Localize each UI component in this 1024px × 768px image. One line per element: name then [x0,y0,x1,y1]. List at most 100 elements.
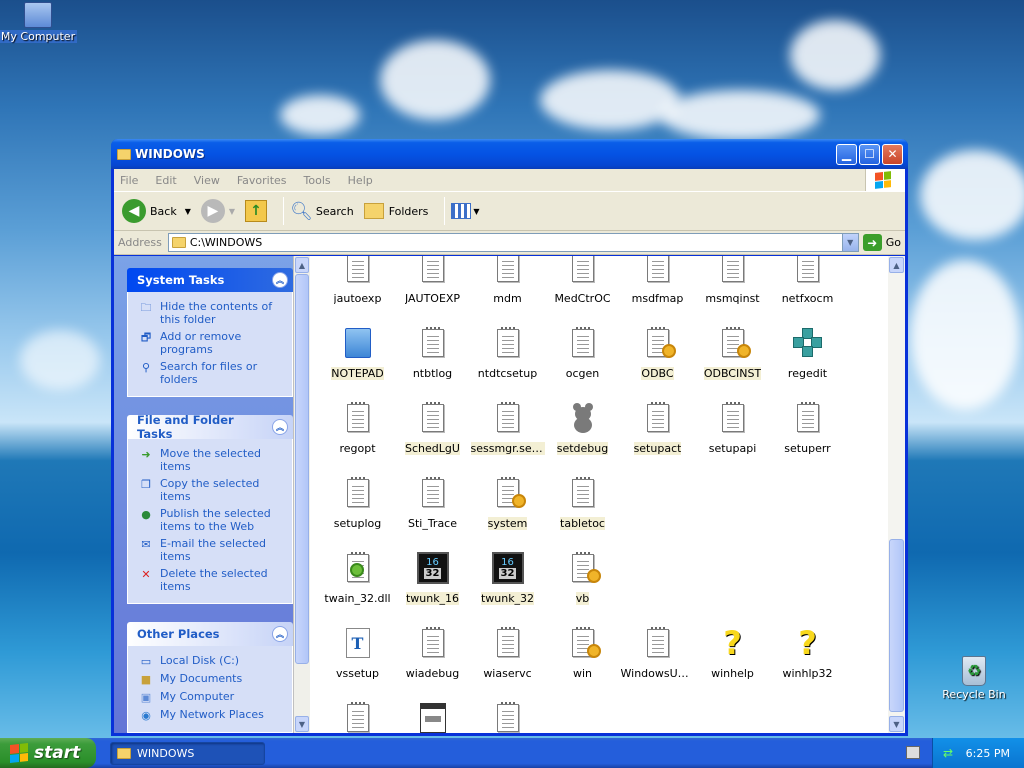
start-button[interactable]: start [0,738,96,768]
desktop-icon-my-computer[interactable]: My Computer [0,2,78,43]
file-item[interactable]: 16 32 twunk_16 [395,546,470,621]
file-item[interactable]: system [470,471,545,546]
place-local-disk[interactable]: ▭ Local Disk (C:) [138,654,286,668]
collapse-icon[interactable]: ︽ [272,419,288,435]
task-email[interactable]: ✉ E-mail the selected items [138,537,286,563]
file-item[interactable]: regopt [320,396,395,471]
scroll-down-button[interactable]: ▼ [889,716,904,732]
file-item[interactable]: netfxocm [770,256,845,321]
task-publish[interactable]: ● Publish the selected items to the Web [138,507,286,533]
panel-header[interactable]: Other Places ︽ [127,622,293,646]
menu-file[interactable]: File [120,174,138,187]
file-item[interactable]: ? winhlp32 [770,621,845,696]
forward-button[interactable]: ▶ ▼ [200,199,235,223]
folders-button[interactable]: Folders [363,203,428,219]
file-item[interactable]: vb [545,546,620,621]
file-item[interactable]: JAUTOEXP [395,256,470,321]
up-folder-button[interactable]: ↑ [245,200,268,222]
menu-favorites[interactable]: Favorites [237,174,287,187]
file-item[interactable]: ntbtlog [395,321,470,396]
close-button[interactable]: ✕ [882,143,903,165]
desktop-icon-recycle-bin[interactable]: ♻ Recycle Bin [934,656,1014,701]
file-item[interactable]: Sti_Trace [395,471,470,546]
maximize-button[interactable]: ☐ [859,143,880,165]
place-my-computer[interactable]: ▣ My Computer [138,690,286,704]
clock[interactable]: 6:25 PM [966,747,1010,760]
collapse-icon[interactable]: ︽ [272,272,288,288]
task-search-files[interactable]: ⚲ Search for files or folders [138,360,286,386]
address-dropdown-button[interactable]: ▼ [841,234,858,251]
menu-tools[interactable]: Tools [304,174,331,187]
doc-icon [346,477,369,509]
file-item[interactable]: win [545,621,620,696]
file-item[interactable]: setdebug [545,396,620,471]
file-item[interactable]: msmqinst [695,256,770,321]
file-item[interactable]: ocgen [545,321,620,396]
folder-icon [117,747,131,759]
go-button[interactable]: ➜ Go [862,234,901,251]
views-button[interactable]: ▼ [451,203,480,219]
file-item[interactable]: SchedLgU [395,396,470,471]
file-item[interactable]: msdfmap [620,256,695,321]
file-item[interactable]: wmsetup [320,696,395,733]
file-item[interactable]: Tvssetup [320,621,395,696]
file-item[interactable]: wiaservc [470,621,545,696]
minimize-button[interactable]: ▁ [836,143,857,165]
file-item[interactable]: 16 32 twunk_32 [470,546,545,621]
task-hide-contents[interactable]: 🗀 Hide the contents of this folder [138,300,286,326]
file-item[interactable]: setuperr [770,396,845,471]
scroll-thumb[interactable] [295,274,309,664]
task-copy[interactable]: ❐ Copy the selected items [138,477,286,503]
file-item[interactable]: NOTEPAD [320,321,395,396]
task-add-remove-programs[interactable]: 🗗 Add or remove programs [138,330,286,356]
network-icon[interactable]: ⇄ [943,746,953,760]
title-bar[interactable]: WINDOWS ▁ ☐ ✕ [111,139,908,169]
scroll-down-button[interactable]: ▼ [295,716,309,732]
file-item[interactable]: MedCtrOC [545,256,620,321]
chevron-down-icon: ▼ [473,206,480,216]
scroll-thumb[interactable] [889,539,904,712]
file-item[interactable]: mdm [470,256,545,321]
file-item[interactable]: setupapi [695,396,770,471]
file-item[interactable]: setupact [620,396,695,471]
file-item[interactable]: jautoexp [320,256,395,321]
explorer-window: WINDOWS ▁ ☐ ✕ File Edit View Favorites T… [111,139,908,736]
place-my-network-places[interactable]: ◉ My Network Places [138,708,286,722]
back-button[interactable]: ◀ Back ▼ [122,199,191,223]
file-item[interactable]: ntdtcsetup [470,321,545,396]
search-button[interactable]: 🔍︎ Search [290,201,354,222]
folders-icon [363,203,384,219]
file-item[interactable]: twain_32.dll [320,546,395,621]
taskbar-item-windows[interactable]: WINDOWS [110,741,265,765]
menu-view[interactable]: View [194,174,220,187]
file-item[interactable]: setuplog [320,471,395,546]
address-input[interactable]: C:\WINDOWS ▼ [167,233,859,252]
panel-header[interactable]: File and Folder Tasks ︽ [127,413,293,441]
menu-edit[interactable]: Edit [155,174,176,187]
scroll-up-button[interactable]: ▲ [889,257,904,273]
panel-header[interactable]: System Tasks ︽ [127,268,293,292]
task-delete[interactable]: ✕ Delete the selected items [138,567,286,593]
prx-icon [419,702,446,733]
file-item[interactable]: ODBCINST [695,321,770,396]
task-label: E-mail the selected items [160,537,266,563]
keyboard-icon[interactable] [906,746,920,759]
collapse-icon[interactable]: ︽ [272,626,288,642]
task-move[interactable]: ➜ Move the selected items [138,447,286,473]
file-item[interactable]: WMSysPr9.prx [395,696,470,733]
menu-help[interactable]: Help [348,174,373,187]
file-item[interactable]: WindowsUp... [620,621,695,696]
file-item[interactable]: sessmgr.setup [470,396,545,471]
scroll-up-button[interactable]: ▲ [295,257,309,273]
file-item[interactable]: wiadebug [395,621,470,696]
file-list-scrollbar[interactable]: ▲ ▼ [888,256,905,733]
doc-icon [796,402,819,434]
task-pane-scrollbar[interactable]: ▲ ▼ [293,256,310,733]
file-item[interactable]: regedit [770,321,845,396]
settings-doc-icon [496,477,526,509]
place-my-documents[interactable]: ■ My Documents [138,672,286,686]
file-item[interactable]: ODBC [620,321,695,396]
file-item[interactable]: tabletoc [545,471,620,546]
file-item[interactable]: ? winhelp [695,621,770,696]
file-item[interactable]: wplog [470,696,545,733]
